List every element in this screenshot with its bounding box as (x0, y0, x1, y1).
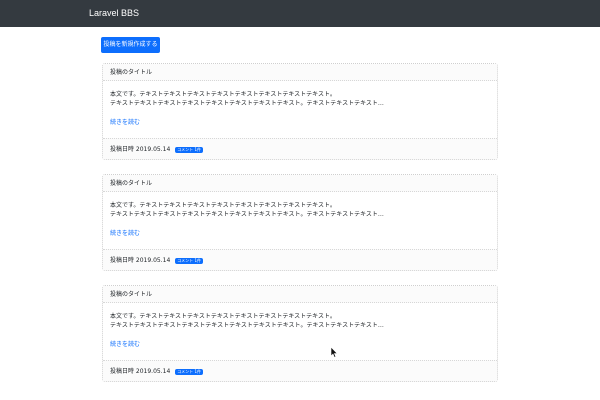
post-body-line: テキストテキストテキストテキストテキストテキストテキストテキスト。テキストテキス… (110, 211, 384, 218)
post-body: 本文です。テキストテキストテキストテキストテキストテキストテキストテキスト。 テ… (110, 201, 490, 241)
post-body-line: テキストテキストテキストテキストテキストテキストテキストテキスト。テキストテキス… (110, 322, 384, 329)
post-title: 投稿のタイトル (103, 286, 497, 303)
post-body-line: テキストテキストテキストテキストテキストテキストテキストテキスト。テキストテキス… (110, 100, 384, 107)
top-navbar: Laravel BBS (0, 0, 600, 27)
comment-count-badge: コメント 1件 (175, 369, 204, 375)
post-body-line: 本文です。テキストテキストテキストテキストテキストテキストテキストテキスト。 (110, 313, 336, 320)
post-date: 投稿日時 2019.05.14 (110, 146, 171, 153)
post-body: 本文です。テキストテキストテキストテキストテキストテキストテキストテキスト。 テ… (110, 312, 490, 352)
mouse-pointer-icon (330, 343, 339, 358)
post-title: 投稿のタイトル (103, 64, 497, 81)
post-date: 投稿日時 2019.05.14 (110, 368, 171, 375)
comment-count-badge: コメント 1件 (175, 147, 204, 153)
post-card: 投稿のタイトル 本文です。テキストテキストテキストテキストテキストテキストテキス… (102, 285, 498, 382)
post-body: 本文です。テキストテキストテキストテキストテキストテキストテキストテキスト。 テ… (110, 90, 490, 130)
brand-link[interactable]: Laravel BBS (89, 7, 139, 19)
post-footer: 投稿日時 2019.05.14 コメント 1件 (103, 138, 497, 159)
new-post-button[interactable]: 投稿を新規作成する (101, 37, 160, 53)
read-more-link[interactable]: 続きを読む (110, 230, 140, 238)
post-footer: 投稿日時 2019.05.14 コメント 1件 (103, 360, 497, 381)
comment-count-badge: コメント 1件 (175, 258, 204, 264)
post-footer: 投稿日時 2019.05.14 コメント 1件 (103, 249, 497, 270)
post-date: 投稿日時 2019.05.14 (110, 257, 171, 264)
read-more-link[interactable]: 続きを読む (110, 119, 140, 127)
post-card: 投稿のタイトル 本文です。テキストテキストテキストテキストテキストテキストテキス… (102, 174, 498, 271)
post-title: 投稿のタイトル (103, 175, 497, 192)
read-more-link[interactable]: 続きを読む (110, 341, 140, 349)
post-body-line: 本文です。テキストテキストテキストテキストテキストテキストテキストテキスト。 (110, 91, 336, 98)
post-card: 投稿のタイトル 本文です。テキストテキストテキストテキストテキストテキストテキス… (102, 63, 498, 160)
post-body-line: 本文です。テキストテキストテキストテキストテキストテキストテキストテキスト。 (110, 202, 336, 209)
